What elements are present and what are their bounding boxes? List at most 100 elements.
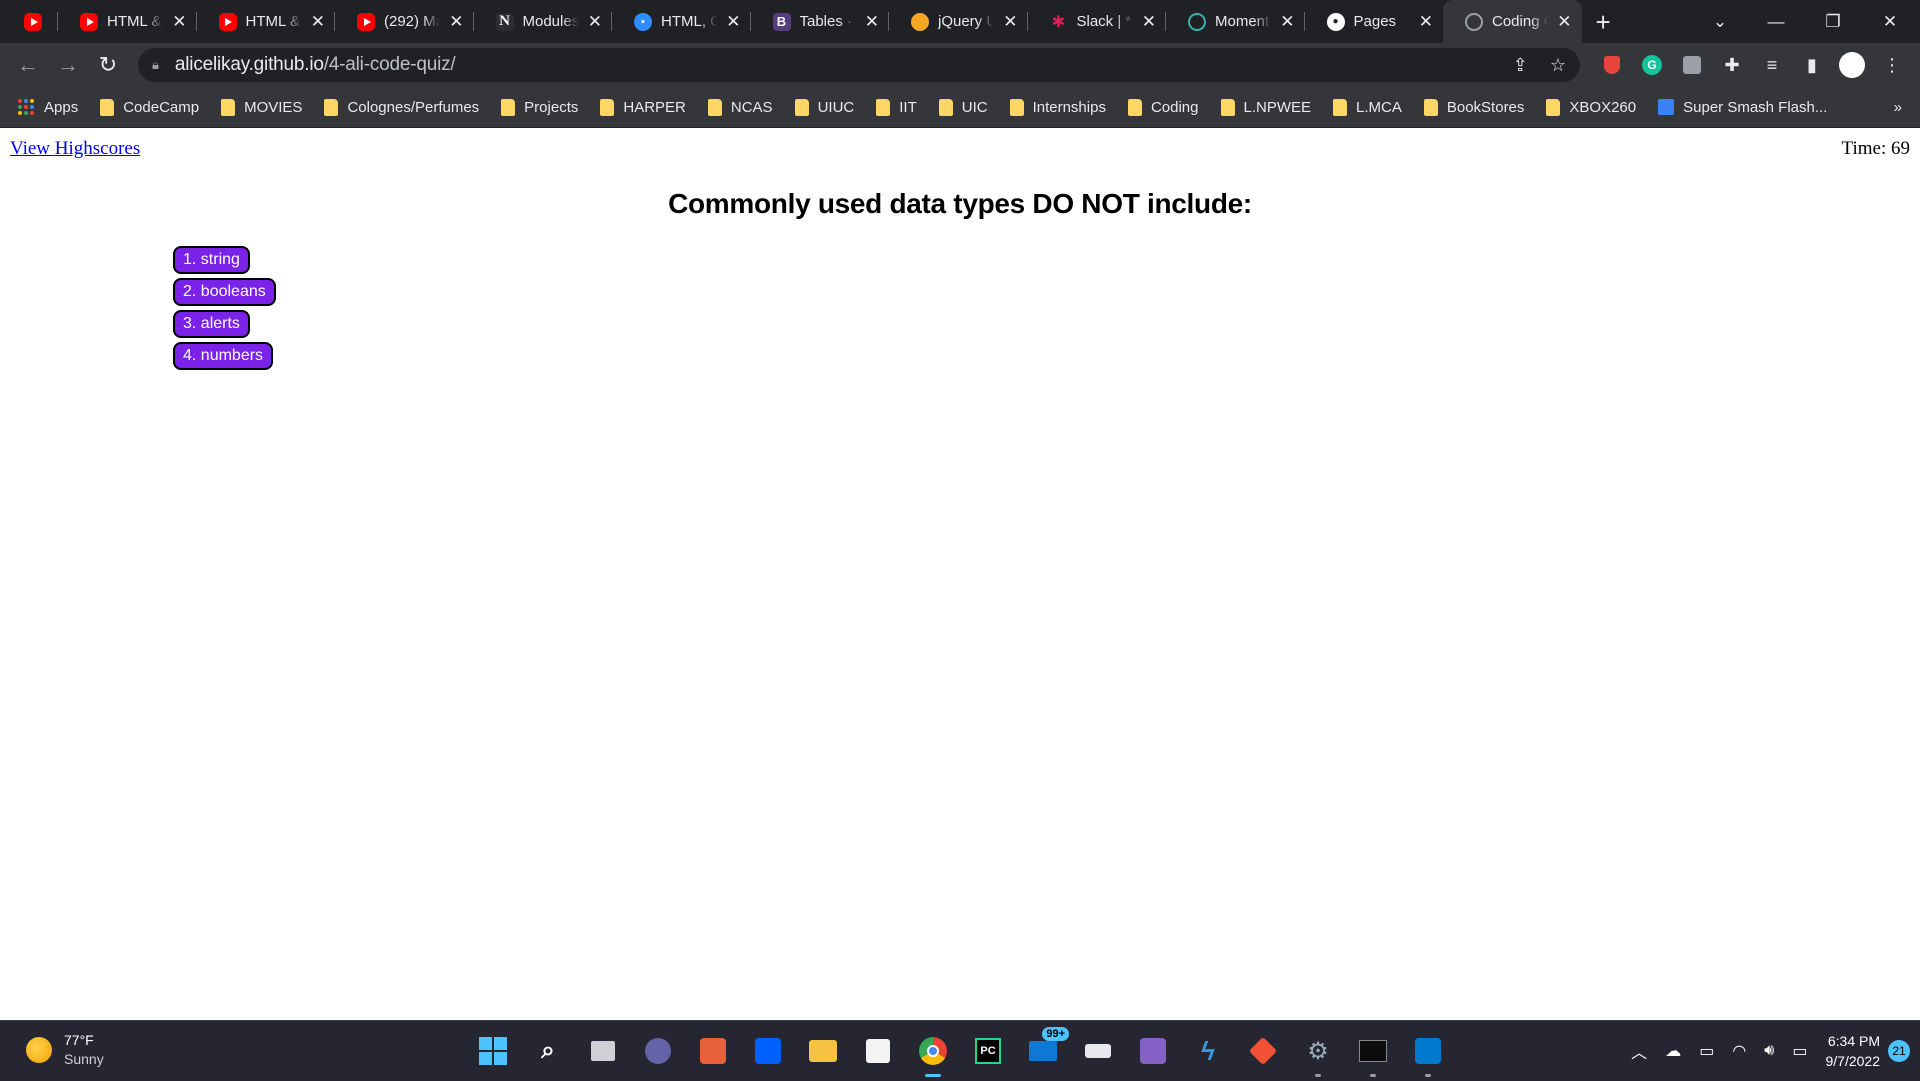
tab-6[interactable]: ▪ HTML, C ✕ — [612, 0, 751, 43]
more-bookmarks-button[interactable]: » — [1894, 99, 1902, 116]
close-tab-icon[interactable]: ✕ — [172, 13, 186, 30]
close-tab-icon[interactable]: ✕ — [588, 13, 602, 30]
bookmark-folder[interactable]: L.NPWEE — [1220, 98, 1311, 116]
close-tab-icon[interactable]: ✕ — [1003, 13, 1017, 30]
answer-button-2[interactable]: 2. booleans — [173, 278, 276, 306]
close-tab-icon[interactable]: ✕ — [1142, 13, 1156, 30]
terminal-icon[interactable] — [1355, 1033, 1391, 1077]
tab-12-active[interactable]: Coding C ✕ — [1443, 0, 1582, 43]
volume-icon[interactable]: 🔊︎ — [1764, 1042, 1774, 1060]
close-tab-icon[interactable]: ✕ — [1280, 13, 1294, 30]
grammarly-icon[interactable]: G — [1632, 43, 1672, 87]
bookmark-folder[interactable]: UIC — [938, 98, 988, 116]
teams-chat-icon[interactable] — [640, 1033, 676, 1069]
profile-avatar[interactable] — [1832, 43, 1872, 87]
close-tab-icon[interactable]: ✕ — [311, 13, 325, 30]
bookmark-folder[interactable]: Projects — [501, 98, 578, 116]
mail-icon[interactable]: 99+ — [1025, 1027, 1069, 1069]
tab-label: Modules — [522, 13, 579, 30]
close-tab-icon[interactable]: ✕ — [865, 13, 879, 30]
bookmark-folder[interactable]: CodeCamp — [100, 98, 199, 116]
weather-widget[interactable]: 77°F Sunny — [26, 1031, 104, 1069]
dropbox-icon[interactable] — [750, 1033, 786, 1069]
tab-9[interactable]: ✱ Slack | * I ✕ — [1028, 0, 1167, 43]
close-tab-icon[interactable]: ✕ — [449, 13, 463, 30]
tab-8[interactable]: jQuery U ✕ — [889, 0, 1028, 43]
answer-button-3[interactable]: 3. alerts — [173, 310, 250, 338]
tab-5[interactable]: N Modules ✕ — [474, 0, 613, 43]
tab-label: jQuery U — [938, 13, 995, 30]
bookmark-folder[interactable]: Internships — [1009, 98, 1106, 116]
tab-2[interactable]: HTML & ✕ — [58, 0, 197, 43]
tab-10[interactable]: Moment ✕ — [1166, 0, 1305, 43]
new-tab-button[interactable]: + — [1596, 9, 1611, 35]
minimize-button[interactable]: — — [1748, 0, 1804, 43]
close-tab-icon[interactable]: ✕ — [726, 13, 740, 30]
clock[interactable]: 6:34 PM 9/7/2022 — [1826, 1031, 1881, 1071]
display-icon[interactable]: ▭ — [1699, 1041, 1714, 1061]
microsoft-store-icon[interactable] — [860, 1033, 896, 1069]
lock-icon[interactable]: 🔒︎ — [152, 57, 159, 73]
bookmark-folder[interactable]: MOVIES — [221, 98, 302, 116]
restore-button[interactable]: ❐ — [1805, 0, 1861, 43]
search-icon[interactable]: ⌕ — [530, 1033, 566, 1069]
address-bar[interactable]: 🔒︎ alicelikay.github.io/4-ali-code-quiz/… — [138, 48, 1580, 82]
folder-icon — [1423, 98, 1438, 116]
side-panel-icon[interactable]: ▮ — [1792, 43, 1832, 87]
vscode-icon[interactable] — [1410, 1033, 1446, 1077]
git-icon[interactable] — [1245, 1033, 1281, 1069]
back-button[interactable]: ← — [8, 45, 48, 85]
bookmark-folder[interactable]: Coding — [1127, 98, 1199, 116]
tab-youtube-1[interactable] — [0, 0, 58, 43]
close-tab-icon[interactable]: ✕ — [1557, 13, 1571, 30]
menu-kebab-icon[interactable]: ⋮ — [1872, 43, 1912, 87]
close-tab-icon[interactable]: ✕ — [1419, 13, 1433, 30]
bookmark-folder[interactable]: Colognes/Perfumes — [324, 98, 479, 116]
onedrive-icon[interactable]: ☁ — [1665, 1041, 1681, 1061]
tab-search-icon[interactable]: ⌄ — [1692, 0, 1748, 43]
visual-studio-icon[interactable] — [1135, 1033, 1171, 1069]
extensions-puzzle-icon[interactable]: ✚ — [1712, 43, 1752, 87]
reload-button[interactable]: ↻ — [88, 45, 128, 85]
answer-button-4[interactable]: 4. numbers — [173, 342, 274, 370]
tab-7[interactable]: B Tables · E ✕ — [751, 0, 890, 43]
settings-gear-icon[interactable]: ⚙ — [1300, 1033, 1336, 1077]
bookmark-star-icon[interactable]: ☆ — [1550, 55, 1566, 76]
view-highscores-link[interactable]: View Highscores — [10, 138, 140, 160]
bookmark-folder[interactable]: BookStores — [1423, 98, 1524, 116]
bookmark-folder[interactable]: L.MCA — [1333, 98, 1402, 116]
file-explorer-icon[interactable] — [805, 1033, 841, 1069]
extension-icon[interactable] — [1672, 43, 1712, 87]
close-window-button[interactable]: ✕ — [1862, 0, 1918, 43]
bookmark-folder[interactable]: NCAS — [707, 98, 773, 116]
reading-list-icon[interactable]: ≡ — [1752, 43, 1792, 87]
url-text[interactable]: alicelikay.github.io/4-ali-code-quiz/ — [175, 54, 456, 76]
tab-label: Tables · E — [799, 13, 856, 30]
brave-shield-icon[interactable] — [1592, 43, 1632, 87]
bookmarks-bar: Apps CodeCamp MOVIES Colognes/Perfumes P… — [0, 87, 1920, 128]
wifi-icon[interactable]: ◠ — [1732, 1041, 1746, 1061]
notification-badge[interactable]: 21 — [1888, 1040, 1910, 1062]
pycharm-icon[interactable]: PC — [970, 1033, 1006, 1069]
azure-data-studio-icon[interactable]: ϟ — [1190, 1033, 1226, 1069]
chevron-up-icon[interactable]: ︿ — [1631, 1039, 1647, 1063]
battery-icon[interactable]: ▭ — [1792, 1041, 1807, 1061]
share-icon[interactable]: ⇪ — [1513, 55, 1528, 76]
bookmark-folder[interactable]: HARPER — [600, 98, 686, 116]
bookmark-site[interactable]: Super Smash Flash... — [1658, 99, 1827, 116]
bookmark-apps[interactable]: Apps — [18, 98, 78, 116]
tab-strip: HTML & ✕ HTML & ✕ (292) Ma ✕ N Modules ✕… — [0, 0, 1920, 43]
start-windows-icon[interactable] — [475, 1033, 511, 1069]
answer-button-1[interactable]: 1. string — [173, 246, 250, 274]
chrome-icon[interactable] — [915, 1033, 951, 1077]
bookmark-folder[interactable]: IIT — [876, 98, 917, 116]
bookmark-folder[interactable]: XBOX260 — [1546, 98, 1636, 116]
task-view-icon[interactable] — [585, 1033, 621, 1069]
tab-4[interactable]: (292) Ma ✕ — [335, 0, 474, 43]
stack-app-icon[interactable] — [1080, 1033, 1116, 1069]
bookmark-folder[interactable]: UIUC — [794, 98, 854, 116]
app-orange-icon[interactable] — [695, 1033, 731, 1069]
tab-11[interactable]: ● Pages ✕ — [1305, 0, 1444, 43]
tab-3[interactable]: HTML & ✕ — [197, 0, 336, 43]
forward-button[interactable]: → — [48, 45, 88, 85]
